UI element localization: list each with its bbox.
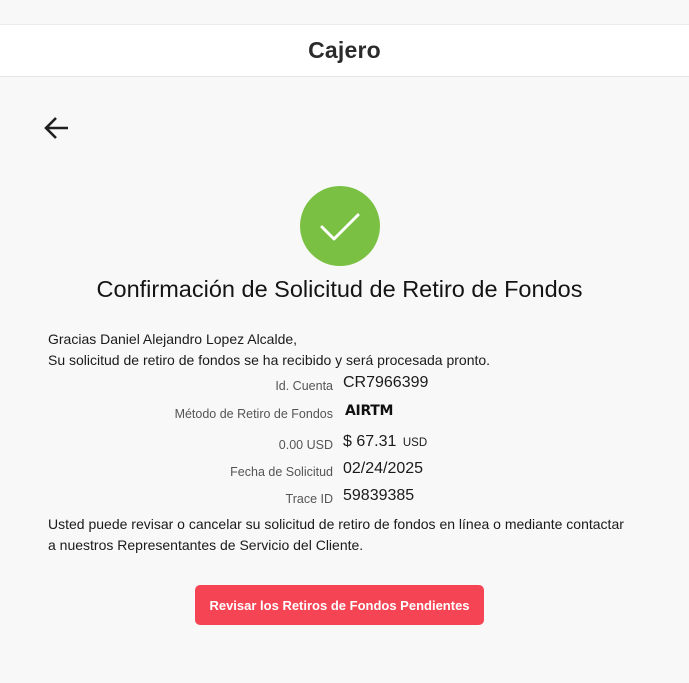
detail-row-amount: 0.00 USD $ 67.31 USD: [0, 433, 689, 455]
account-label: Id. Cuenta: [275, 379, 333, 393]
detail-row-method: Método de Retiro de Fondos AIRTM: [0, 402, 689, 424]
arrow-left-icon: [44, 117, 68, 139]
amount-currency: USD: [402, 437, 428, 449]
trace-label: Trace ID: [285, 492, 333, 506]
date-label: Fecha de Solicitud: [230, 465, 333, 479]
greeting-text: Gracias Daniel Alejandro Lopez Alcalde, …: [48, 329, 490, 371]
airtm-logo: AIRTM: [345, 403, 394, 419]
date-value: 02/24/2025: [343, 460, 424, 477]
greeting-line-1: Gracias Daniel Alejandro Lopez Alcalde,: [48, 331, 298, 347]
amount-number: $ 67.31: [343, 433, 397, 450]
trace-value: 59839385: [343, 487, 415, 504]
detail-row-account: Id. Cuenta CR7966399: [0, 374, 689, 396]
detail-row-date: Fecha de Solicitud 02/24/2025: [0, 460, 689, 482]
amount-label: 0.00 USD: [278, 438, 333, 452]
success-badge: [300, 186, 380, 266]
greeting-line-2: Su solicitud de retiro de fondos se ha r…: [48, 352, 491, 368]
review-pending-withdrawals-button[interactable]: Revisar los Retiros de Fondos Pendientes: [195, 585, 484, 625]
info-note: Usted puede revisar o cancelar su solici…: [48, 514, 648, 556]
account-value: CR7966399: [343, 374, 429, 391]
note-line-1: Usted puede revisar o cancelar su solici…: [48, 516, 624, 532]
main-content: Confirmación de Solicitud de Retiro de F…: [0, 77, 689, 683]
detail-row-trace: Trace ID 59839385: [0, 487, 689, 509]
page-header: Cajero: [0, 24, 689, 77]
amount-value: $ 67.31 USD: [343, 433, 427, 451]
method-label: Método de Retiro de Fondos: [174, 407, 333, 421]
page-title: Cajero: [308, 37, 381, 63]
confirmation-title: Confirmación de Solicitud de Retiro de F…: [96, 276, 583, 302]
top-strip: [0, 0, 689, 24]
note-line-2: a nuestros Representantes de Servicio de…: [48, 537, 364, 553]
back-button[interactable]: [40, 113, 74, 143]
checkmark-icon: [320, 213, 360, 241]
